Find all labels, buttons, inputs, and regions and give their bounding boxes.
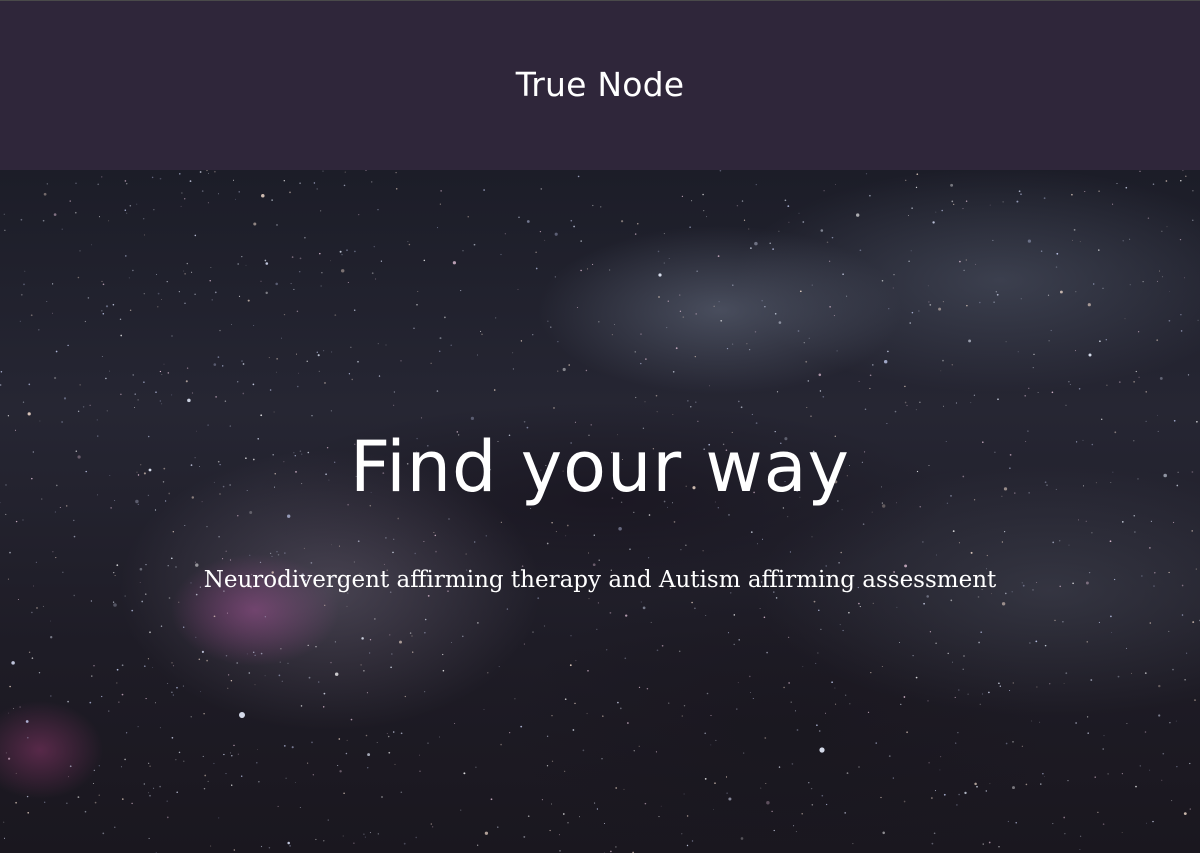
hero-banner: Find your way Neurodivergent affirming t…	[0, 170, 1200, 853]
site-title-link[interactable]: True Node	[0, 63, 1200, 107]
site-header: True Node	[0, 0, 1200, 170]
hero-title: Find your way	[350, 426, 850, 508]
hero-subtitle: Neurodivergent affirming therapy and Aut…	[203, 567, 997, 593]
